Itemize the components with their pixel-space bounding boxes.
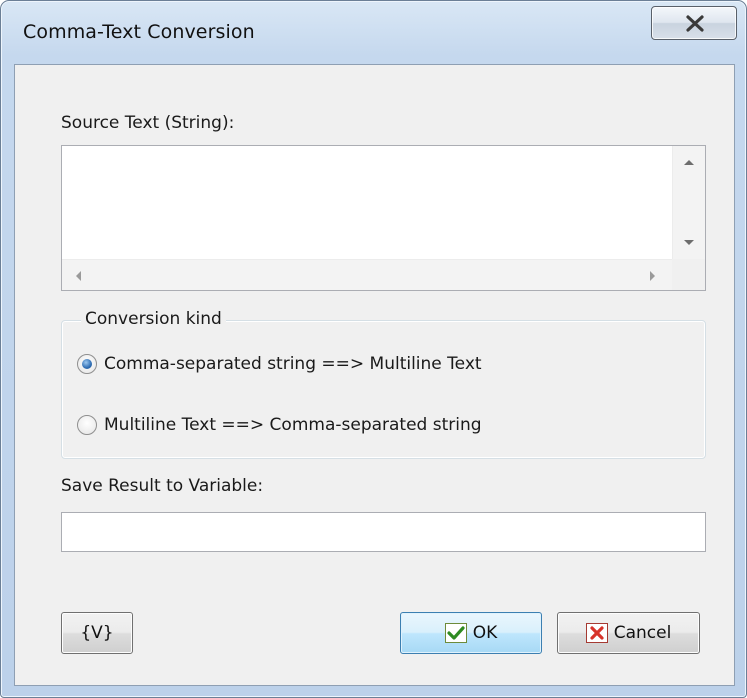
radio-label: Comma-separated string ==> Multiline Tex… (104, 354, 482, 374)
source-text-label: Source Text (String): (61, 113, 235, 133)
result-variable-input[interactable] (61, 512, 706, 552)
radio-label: Multiline Text ==> Comma-separated strin… (104, 415, 482, 435)
ok-button[interactable]: OK (400, 612, 542, 654)
title-bar[interactable]: Comma-Text Conversion (1, 1, 747, 63)
conversion-kind-group (61, 320, 706, 459)
scroll-left-arrow-icon[interactable] (76, 271, 81, 281)
variables-button-label: {V} (80, 623, 114, 643)
scroll-right-arrow-icon[interactable] (650, 271, 655, 281)
radio-button-unchecked[interactable] (77, 415, 97, 435)
close-button[interactable] (651, 6, 737, 40)
dialog-client-area: Source Text (String): Conversion kind Co… (14, 64, 735, 686)
checkmark-icon (444, 623, 467, 643)
dialog-window: Comma-Text Conversion Source Text (Strin… (0, 0, 747, 698)
scrollbar-corner (672, 259, 705, 290)
vertical-scrollbar[interactable] (672, 146, 705, 259)
radio-comma-to-multiline[interactable]: Comma-separated string ==> Multiline Tex… (77, 352, 482, 376)
radio-multiline-to-comma[interactable]: Multiline Text ==> Comma-separated strin… (77, 413, 482, 437)
source-text-memo[interactable] (61, 145, 706, 291)
variables-button[interactable]: {V} (61, 612, 133, 654)
cancel-button-label: Cancel (613, 623, 672, 643)
conversion-kind-legend: Conversion kind (81, 309, 226, 329)
scroll-up-arrow-icon[interactable] (684, 160, 694, 165)
close-icon (686, 15, 704, 32)
scroll-down-arrow-icon[interactable] (684, 240, 694, 245)
horizontal-scrollbar[interactable] (62, 259, 673, 290)
window-title: Comma-Text Conversion (23, 21, 255, 43)
x-icon (585, 623, 608, 643)
radio-button-checked[interactable] (77, 354, 97, 374)
save-result-label: Save Result to Variable: (61, 476, 264, 496)
ok-button-label: OK (472, 623, 498, 643)
cancel-button[interactable]: Cancel (557, 612, 700, 654)
